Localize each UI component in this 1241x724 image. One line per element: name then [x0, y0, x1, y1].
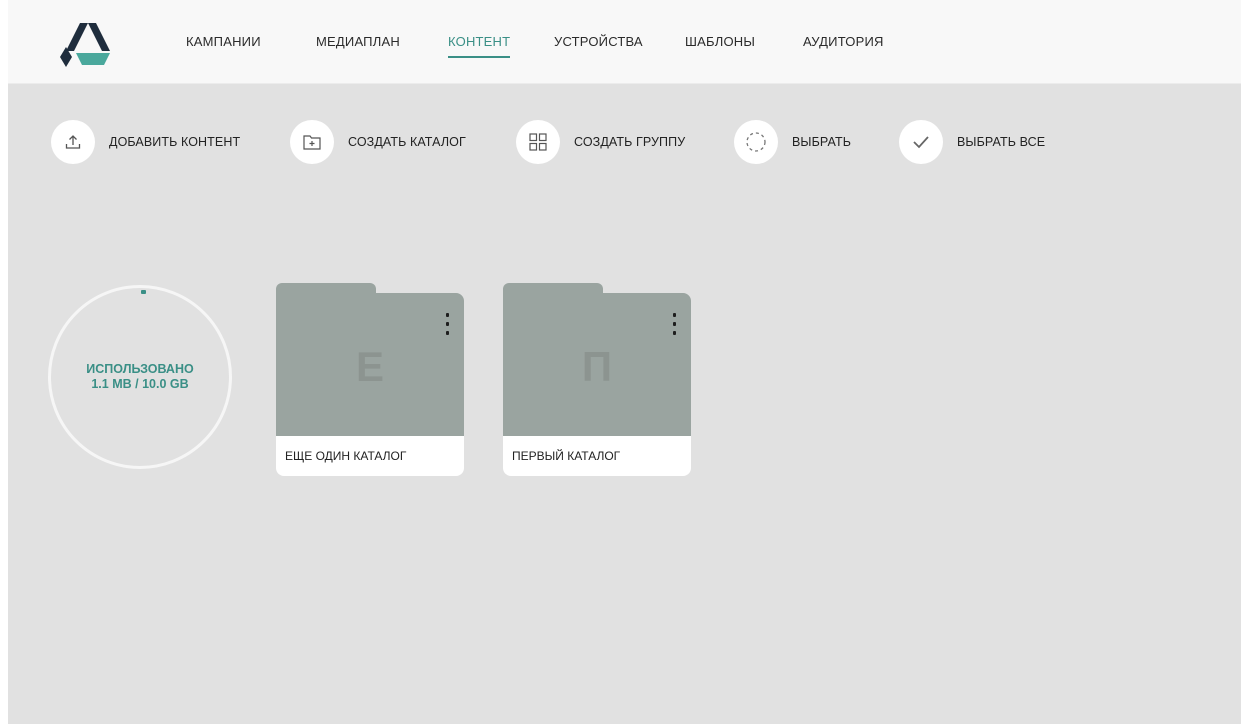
nav-item-templates[interactable]: ШАБЛОНЫ	[685, 34, 755, 56]
storage-usage-indicator: ИСПОЛЬЗОВАНО 1.1 MB / 10.0 GB	[48, 285, 232, 469]
storage-used-value: 1.1 MB / 10.0 GB	[91, 377, 189, 391]
more-menu-icon[interactable]	[442, 313, 452, 335]
folder-letter: П	[581, 343, 613, 390]
select-all-label: ВЫБРАТЬ ВСЕ	[957, 135, 1046, 149]
folder-card[interactable]: П ПЕРВЫЙ КАТАЛОГ	[503, 283, 691, 476]
more-menu-icon[interactable]	[669, 313, 679, 335]
select-label: ВЫБРАТЬ	[792, 135, 852, 149]
upload-icon	[51, 120, 95, 164]
add-content-button[interactable]: ДОБАВИТЬ КОНТЕНТ	[51, 120, 240, 164]
select-button[interactable]: ВЫБРАТЬ	[734, 120, 851, 164]
nav-item-mediaplan[interactable]: МЕДИАПЛАН	[316, 34, 400, 56]
nav-item-content[interactable]: КОНТЕНТ	[448, 34, 511, 58]
folder-letter: Е	[355, 343, 384, 390]
folder-name: ЕЩЕ ОДИН КАТАЛОГ	[276, 436, 464, 476]
create-group-button[interactable]: СОЗДАТЬ ГРУППУ	[516, 120, 685, 164]
logo-icon[interactable]	[58, 17, 114, 69]
create-catalog-label: СОЗДАТЬ КАТАЛОГ	[348, 135, 466, 149]
folder-body: Е	[276, 293, 464, 436]
storage-progress-mark	[141, 290, 146, 294]
add-content-label: ДОБАВИТЬ КОНТЕНТ	[109, 135, 241, 149]
dashed-circle-icon	[734, 120, 778, 164]
checkmark-icon	[899, 120, 943, 164]
top-navigation-bar: КАМПАНИИ МЕДИАПЛАН КОНТЕНТ УСТРОЙСТВА ША…	[8, 0, 1241, 84]
nav-item-campaigns[interactable]: КАМПАНИИ	[186, 34, 261, 56]
app: КАМПАНИИ МЕДИАПЛАН КОНТЕНТ УСТРОЙСТВА ША…	[8, 0, 1241, 724]
folder-body: П	[503, 293, 691, 436]
nav-item-devices[interactable]: УСТРОЙСТВА	[554, 34, 643, 56]
create-group-label: СОЗДАТЬ ГРУППУ	[574, 135, 686, 149]
folder-plus-icon	[290, 120, 334, 164]
nav-item-audience[interactable]: АУДИТОРИЯ	[803, 34, 884, 56]
folder-card[interactable]: Е ЕЩЕ ОДИН КАТАЛОГ	[276, 283, 464, 476]
storage-used-label: ИСПОЛЬЗОВАНО	[86, 362, 194, 376]
grid-icon	[516, 120, 560, 164]
folder-name: ПЕРВЫЙ КАТАЛОГ	[503, 436, 691, 476]
select-all-button[interactable]: ВЫБРАТЬ ВСЕ	[899, 120, 1045, 164]
create-catalog-button[interactable]: СОЗДАТЬ КАТАЛОГ	[290, 120, 466, 164]
